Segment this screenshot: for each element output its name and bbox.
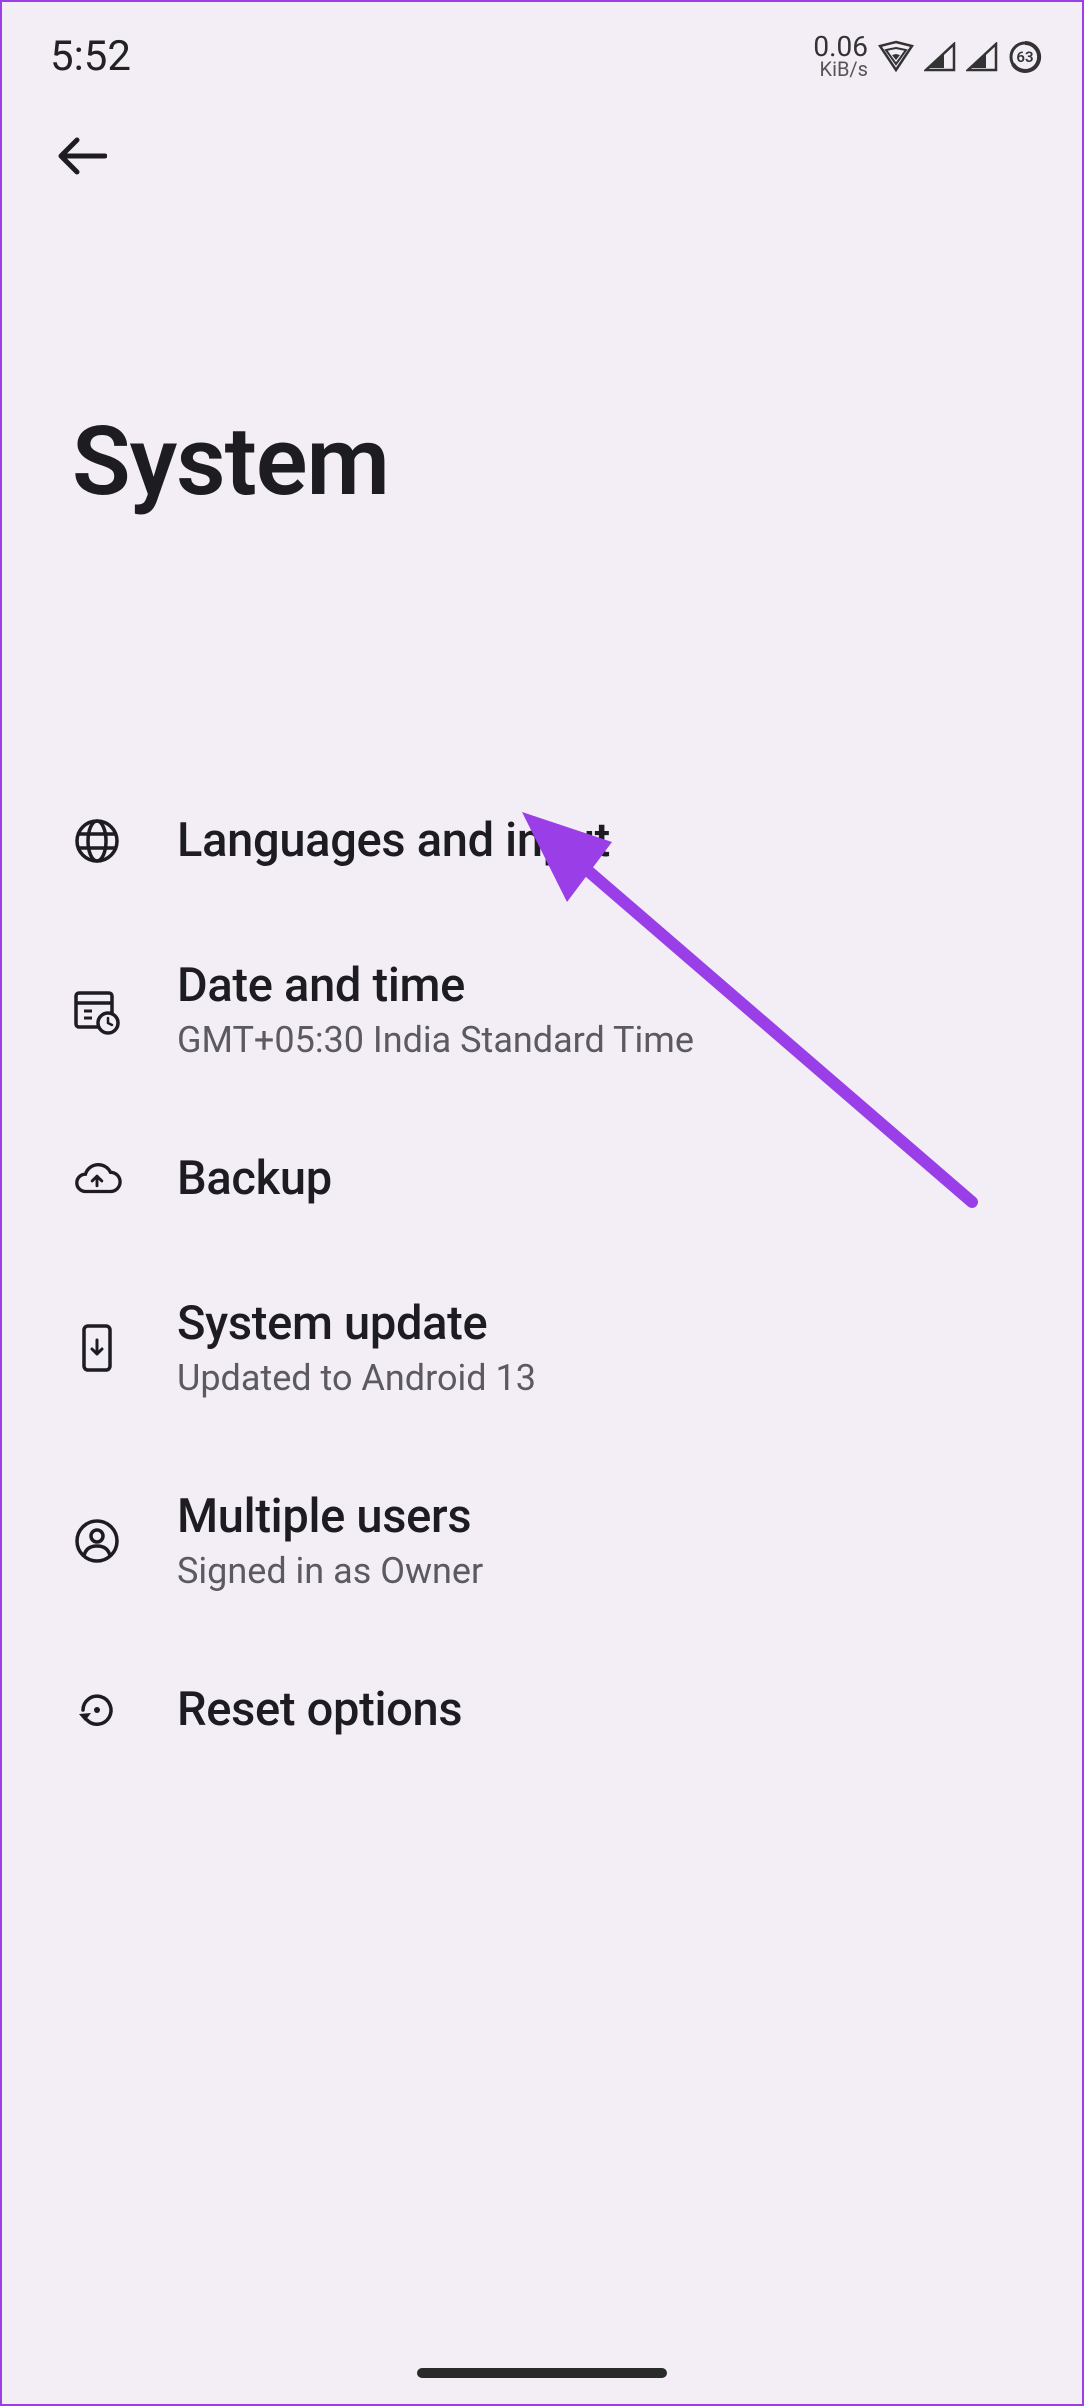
- phone-download-icon: [72, 1323, 122, 1373]
- item-title: System update: [177, 1296, 536, 1351]
- signal-icon-1: [924, 42, 956, 72]
- cloud-upload-icon: [72, 1154, 122, 1204]
- item-subtitle: Signed in as Owner: [177, 1550, 483, 1592]
- calendar-clock-icon: [72, 985, 122, 1035]
- home-indicator[interactable]: [417, 2368, 667, 2378]
- item-subtitle: GMT+05:30 India Standard Time: [177, 1019, 694, 1061]
- reset-icon: [72, 1685, 122, 1735]
- globe-icon: [72, 816, 122, 866]
- item-title: Backup: [177, 1151, 332, 1206]
- item-title: Reset options: [177, 1682, 462, 1737]
- item-languages-and-input[interactable]: Languages and input: [2, 768, 1082, 913]
- settings-list: Languages and input Date and time GMT+05…: [2, 518, 1082, 1782]
- status-bar: 5:52 0.06 KiB/s 63: [2, 2, 1082, 91]
- person-circle-icon: [72, 1516, 122, 1566]
- item-date-and-time[interactable]: Date and time GMT+05:30 India Standard T…: [2, 913, 1082, 1106]
- wifi-icon: [878, 40, 914, 74]
- item-subtitle: Updated to Android 13: [177, 1357, 536, 1399]
- battery-icon: 63: [1008, 40, 1042, 74]
- battery-percent: 63: [1016, 48, 1033, 66]
- item-reset-options[interactable]: Reset options: [2, 1637, 1082, 1782]
- page-title: System: [2, 186, 1082, 518]
- status-time: 5:52: [50, 32, 131, 81]
- item-title: Multiple users: [177, 1489, 483, 1544]
- status-icons: 0.06 KiB/s 63: [813, 34, 1042, 80]
- item-system-update[interactable]: System update Updated to Android 13: [2, 1251, 1082, 1444]
- item-title: Languages and input: [177, 813, 610, 868]
- item-title: Date and time: [177, 958, 694, 1013]
- network-speed-value: 0.06: [813, 34, 868, 61]
- arrow-left-icon: [57, 136, 107, 176]
- item-backup[interactable]: Backup: [2, 1106, 1082, 1251]
- back-button[interactable]: [52, 126, 112, 186]
- network-speed-unit: KiB/s: [813, 60, 868, 79]
- signal-icon-2: [966, 42, 998, 72]
- item-multiple-users[interactable]: Multiple users Signed in as Owner: [2, 1444, 1082, 1637]
- network-speed: 0.06 KiB/s: [813, 34, 868, 80]
